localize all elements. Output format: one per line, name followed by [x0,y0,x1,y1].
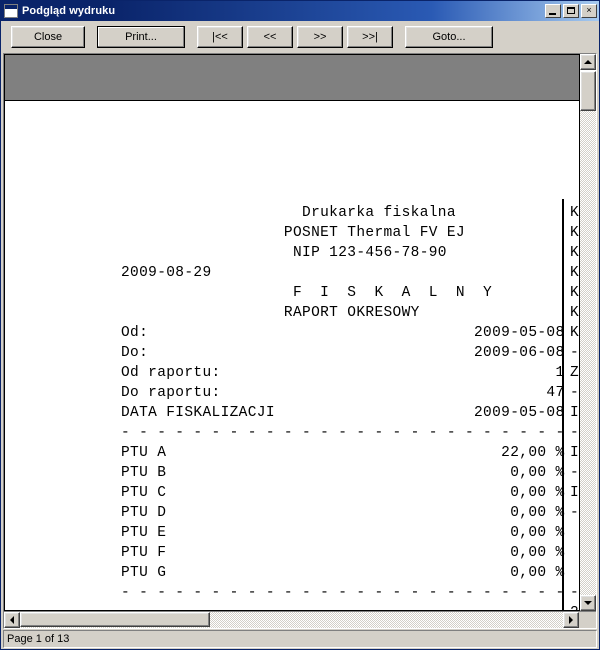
arrow-down-icon [584,601,592,605]
preview-page: Drukarka fiskalna POSNET Thermal FV EJ N… [5,102,579,610]
next-page-button[interactable]: >> [297,26,343,48]
print-button[interactable]: Print... [97,26,185,48]
vertical-scroll-thumb[interactable] [580,71,596,111]
print-preview-window: Podgląd wydruku × Close Print... |<< << … [0,0,600,650]
close-button[interactable]: Close [11,26,85,48]
page-status-text: Page 1 of 13 [3,630,597,648]
vertical-scrollbar[interactable] [579,54,596,611]
receipt-text: Drukarka fiskalna POSNET Thermal FV EJ N… [121,205,565,601]
preview-background-band [5,55,579,101]
scroll-left-button[interactable] [4,612,20,628]
maximize-button[interactable] [563,4,579,18]
window-controls: × [545,4,597,18]
minimize-button[interactable] [545,4,561,18]
first-page-button[interactable]: |<< [197,26,243,48]
horizontal-scroll-track[interactable] [20,612,563,628]
horizontal-scrollbar[interactable] [4,611,596,628]
close-icon: × [586,5,592,15]
window-title: Podgląd wydruku [22,5,116,17]
vertical-scroll-track[interactable] [580,111,596,595]
goto-page-button[interactable]: Goto... [405,26,493,48]
preview-row: Drukarka fiskalna POSNET Thermal FV EJ N… [4,54,596,611]
arrow-right-icon [569,616,573,624]
scroll-right-button[interactable] [563,612,579,628]
preview-client-area: Drukarka fiskalna POSNET Thermal FV EJ N… [3,53,597,629]
status-bar: Page 1 of 13 [1,629,599,649]
last-page-button[interactable]: >>| [347,26,393,48]
page-column-separator [562,199,564,610]
document-preview-icon [4,4,18,18]
horizontal-scroll-thumb[interactable] [20,612,210,627]
arrow-up-icon [584,60,592,64]
previous-page-button[interactable]: << [247,26,293,48]
title-bar: Podgląd wydruku × [1,1,599,21]
toolbar: Close Print... |<< << >> >>| Goto... [1,21,599,53]
preview-canvas[interactable]: Drukarka fiskalna POSNET Thermal FV EJ N… [4,54,579,611]
scroll-down-button[interactable] [580,595,596,611]
scrollbar-corner [579,612,596,628]
close-window-button[interactable]: × [581,4,597,18]
arrow-left-icon [10,616,14,624]
scroll-up-button[interactable] [580,54,596,70]
receipt-right-column-text: K K K K K K K - Z - I - I - I - - 2 [570,205,579,610]
